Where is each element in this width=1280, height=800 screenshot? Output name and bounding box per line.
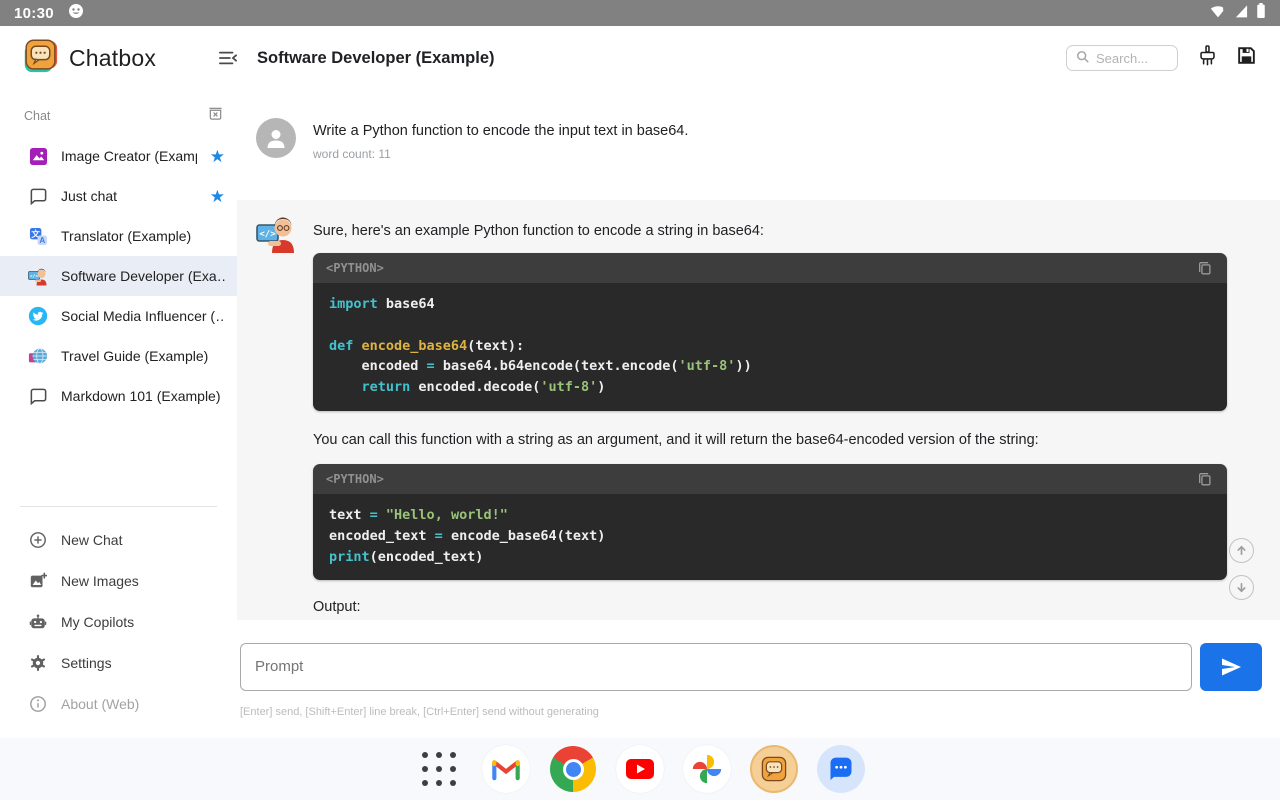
image-plus-icon: [28, 571, 47, 590]
sidebar-item-software-developer[interactable]: </> Software Developer (Exa…: [0, 256, 237, 296]
assistant-message: </> Sure, here's an example Python funct…: [237, 200, 1280, 620]
gear-icon: [28, 653, 47, 672]
chat-bubble-icon: [28, 186, 48, 206]
search-icon: [1076, 50, 1090, 67]
gmail-icon[interactable]: [482, 745, 530, 793]
sidebar-item-social-media-influencer[interactable]: Social Media Influencer (…: [0, 296, 237, 336]
user-avatar: [256, 118, 296, 158]
assistant-intro-text: Sure, here's an example Python function …: [313, 221, 1224, 241]
plus-circle-icon: [28, 530, 47, 549]
sidebar: Chat Image Creator (Examp… ★ Just chat ★: [0, 90, 237, 738]
cellular-signal-icon: [1233, 3, 1250, 24]
svg-text:</>: </>: [259, 230, 276, 240]
sidebar-item-just-chat[interactable]: Just chat ★: [0, 176, 237, 216]
assistant-output-label: Output:: [313, 597, 1224, 617]
chatbox-app-window: Chatbox Software Developer (Example) Sea…: [0, 26, 1280, 738]
menu-item-label: Settings: [61, 655, 112, 671]
sidebar-item-label: Social Media Influencer (…: [61, 308, 225, 324]
copy-code-icon[interactable]: [1196, 259, 1214, 277]
send-button[interactable]: [1200, 643, 1262, 691]
messages-icon[interactable]: [817, 745, 865, 793]
word-count: word count: 11: [313, 147, 1224, 161]
star-icon[interactable]: ★: [210, 188, 225, 205]
technologist-icon: </>: [28, 266, 48, 286]
search-placeholder: Search...: [1096, 51, 1148, 66]
taskbar-dock: [0, 738, 1280, 800]
settings-button[interactable]: Settings: [0, 642, 237, 683]
search-input[interactable]: Search...: [1066, 45, 1178, 71]
chat-bubble-icon: [28, 386, 48, 406]
collapse-sidebar-icon[interactable]: [215, 45, 241, 71]
about-button[interactable]: About (Web): [0, 683, 237, 724]
clean-messages-icon[interactable]: [1198, 45, 1217, 71]
prompt-input[interactable]: [240, 643, 1192, 691]
app-header: Chatbox Software Developer (Example) Sea…: [0, 26, 1280, 90]
status-bar: 10:30: [0, 0, 1280, 26]
image-icon: [28, 146, 48, 166]
my-copilots-button[interactable]: My Copilots: [0, 601, 237, 642]
sidebar-item-label: Markdown 101 (Example): [61, 388, 225, 404]
user-message: Write a Python function to encode the in…: [237, 90, 1280, 200]
sidebar-item-label: Travel Guide (Example): [61, 348, 225, 364]
new-chat-button[interactable]: New Chat: [0, 519, 237, 560]
battery-icon: [1256, 2, 1266, 24]
code-block-header: <PYTHON>: [313, 464, 1227, 494]
code-block-1: <PYTHON> import base64 def encode_base64…: [313, 253, 1227, 411]
chrome-icon[interactable]: [549, 745, 597, 793]
scroll-up-button[interactable]: [1229, 538, 1254, 563]
info-icon: [28, 694, 47, 713]
menu-item-label: New Images: [61, 573, 139, 589]
menu-item-label: About (Web): [61, 696, 139, 712]
sidebar-item-label: Translator (Example): [61, 228, 225, 244]
code-content: text = "Hello, world!"encoded_text = enc…: [313, 494, 1227, 580]
composer: [Enter] send, [Shift+Enter] line break, …: [237, 620, 1280, 738]
menu-item-label: New Chat: [61, 532, 122, 548]
page-title: Software Developer (Example): [257, 49, 495, 68]
svg-text:A: A: [39, 236, 45, 245]
clock: 10:30: [14, 5, 54, 22]
sidebar-item-image-creator[interactable]: Image Creator (Examp… ★: [0, 136, 237, 176]
code-language-label: <PYTHON>: [326, 472, 1196, 486]
assistant-avatar: </>: [256, 214, 296, 254]
menu-item-label: My Copilots: [61, 614, 134, 630]
sidebar-item-travel-guide[interactable]: Travel Guide (Example): [0, 336, 237, 376]
scroll-down-button[interactable]: [1229, 575, 1254, 600]
sidebar-item-label: Software Developer (Exa…: [61, 268, 225, 284]
user-message-text: Write a Python function to encode the in…: [313, 121, 1224, 141]
google-photos-icon[interactable]: [683, 745, 731, 793]
clear-chats-icon[interactable]: [208, 106, 223, 126]
code-content: import base64 def encode_base64(text): e…: [313, 283, 1227, 411]
robot-icon: [28, 612, 47, 631]
sidebar-item-translator[interactable]: 文 A Translator (Example): [0, 216, 237, 256]
wifi-icon: [1209, 3, 1227, 24]
chat-section-header: Chat: [0, 90, 237, 136]
composer-hint: [Enter] send, [Shift+Enter] line break, …: [240, 706, 1280, 718]
assistant-middle-text: You can call this function with a string…: [313, 430, 1224, 450]
sidebar-item-markdown-101[interactable]: Markdown 101 (Example): [0, 376, 237, 416]
chatbox-logo-icon: [22, 37, 59, 79]
copy-code-icon[interactable]: [1196, 470, 1214, 488]
chat-section-label: Chat: [24, 109, 208, 123]
sidebar-item-label: Just chat: [61, 188, 197, 204]
app-brand: Chatbox: [0, 37, 215, 79]
save-icon[interactable]: [1237, 46, 1256, 70]
app-grid-icon[interactable]: [415, 745, 463, 793]
code-language-label: <PYTHON>: [326, 261, 1196, 275]
app-name: Chatbox: [69, 45, 156, 72]
star-icon[interactable]: ★: [210, 148, 225, 165]
code-block-2: <PYTHON> text = "Hello, world!"encoded_t…: [313, 464, 1227, 580]
sidebar-item-label: Image Creator (Examp…: [61, 148, 197, 164]
code-block-header: <PYTHON>: [313, 253, 1227, 283]
notification-face-icon: [68, 3, 84, 24]
twitter-icon: [28, 306, 48, 326]
new-images-button[interactable]: New Images: [0, 560, 237, 601]
sidebar-divider: [20, 506, 217, 507]
youtube-icon[interactable]: [616, 745, 664, 793]
chat-main-area: Write a Python function to encode the in…: [237, 90, 1280, 738]
globe-icon: [28, 346, 48, 366]
svg-text:</>: </>: [30, 273, 38, 279]
translator-icon: 文 A: [28, 226, 48, 246]
chatbox-dock-icon[interactable]: [750, 745, 798, 793]
